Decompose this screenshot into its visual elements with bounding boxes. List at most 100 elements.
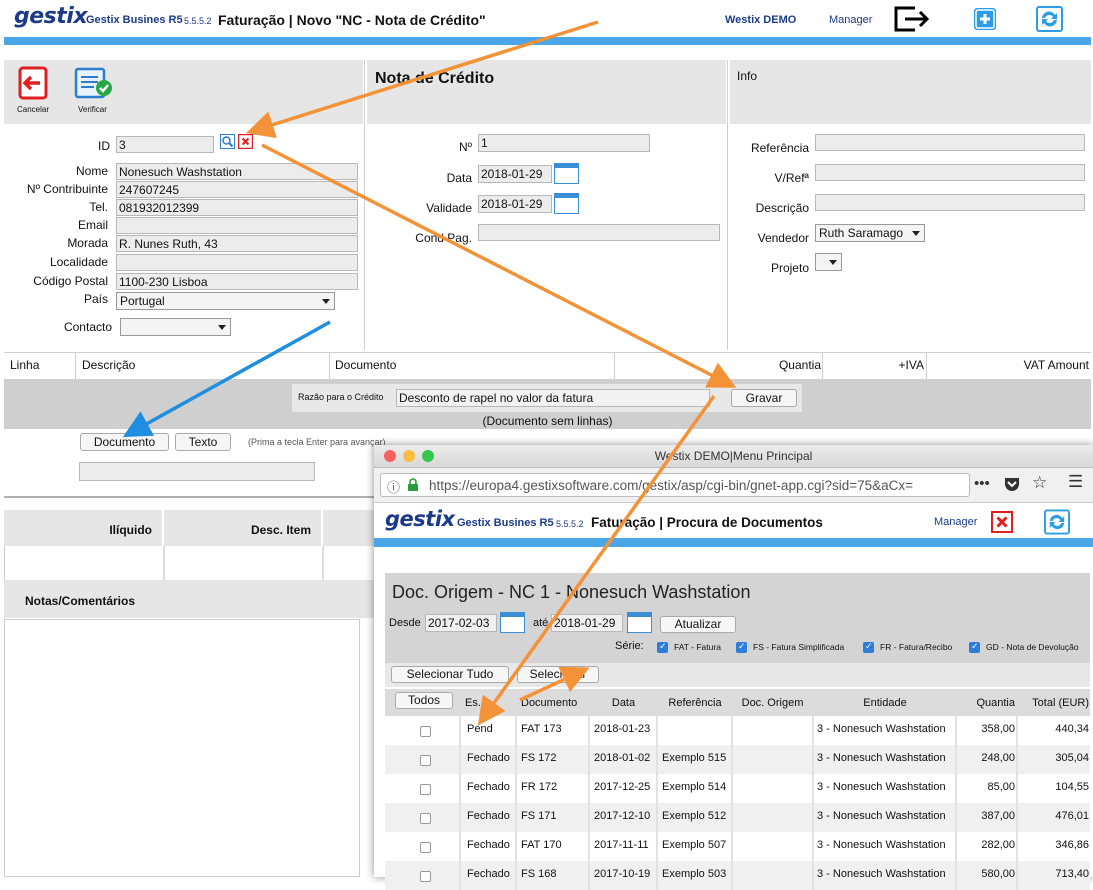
divider: [614, 353, 615, 379]
info-icon[interactable]: ⓘ: [387, 477, 400, 496]
name-field[interactable]: Nonesuch Washstation: [116, 163, 358, 180]
company-name[interactable]: Westix DEMO: [725, 14, 796, 26]
to-label: até: [533, 617, 549, 629]
url-bar[interactable]: ⓘ https://europa4.gestixsoftware.com/ges…: [380, 473, 970, 497]
pocket-icon[interactable]: [1003, 476, 1021, 493]
browser-toolbar: ⓘ https://europa4.gestixsoftware.com/ges…: [374, 468, 1093, 503]
tab-documento[interactable]: Documento: [80, 433, 169, 451]
table-row[interactable]: Fechado FS 168 2017-10-19 Exemplo 503 3 …: [385, 861, 1090, 890]
row-total: 440,34: [1055, 723, 1089, 735]
row-reference: Exemplo 515: [662, 752, 727, 764]
row-entity: 3 - Nonesuch Washstation: [817, 723, 946, 735]
row-quantity: 358,00: [981, 723, 1015, 735]
validity-field[interactable]: 2018-01-29: [478, 195, 552, 213]
address-field[interactable]: R. Nunes Ruth, 43: [116, 235, 358, 252]
series-checkbox[interactable]: [969, 641, 980, 653]
col-vat: +IVA: [898, 358, 924, 372]
popup-page-title: Faturação | Procura de Documentos: [591, 515, 823, 530]
calendar-icon[interactable]: [554, 163, 579, 184]
refresh-icon[interactable]: [1036, 6, 1063, 32]
seller-label: Vendedor: [757, 231, 809, 245]
from-date-field[interactable]: 2017-02-03: [425, 614, 497, 632]
date-field[interactable]: 2018-01-29: [478, 165, 552, 183]
menu-icon[interactable]: ☰: [1068, 472, 1083, 492]
row-entity: 3 - Nonesuch Washstation: [817, 810, 946, 822]
tab-texto[interactable]: Texto: [175, 433, 231, 451]
postal-code-field[interactable]: 1100-230 Lisboa: [116, 273, 358, 290]
select-all-button[interactable]: Selecionar Tudo: [391, 666, 509, 683]
your-ref-label: V/Refª: [774, 171, 809, 185]
row-reference: Exemplo 507: [662, 839, 727, 851]
row-checkbox[interactable]: [420, 842, 431, 853]
clear-icon[interactable]: [238, 134, 253, 149]
calendar-icon[interactable]: [554, 193, 579, 214]
calendar-icon[interactable]: [500, 612, 525, 633]
calendar-icon[interactable]: [627, 612, 652, 633]
table-row[interactable]: Fechado FR 172 2017-12-25 Exemplo 514 3 …: [385, 774, 1090, 803]
table-row[interactable]: Fechado FAT 170 2017-11-11 Exemplo 507 3…: [385, 832, 1090, 861]
contact-select[interactable]: [120, 318, 231, 336]
divider: [727, 60, 728, 350]
divider: [163, 546, 165, 580]
row-quantity: 248,00: [981, 752, 1015, 764]
row-total: 713,40: [1055, 868, 1089, 880]
save-button[interactable]: Gravar: [731, 389, 797, 407]
cancel-label: Cancelar: [17, 105, 50, 114]
cancel-button[interactable]: Cancelar: [14, 66, 54, 116]
user-name[interactable]: Manager: [829, 14, 872, 26]
to-date-field[interactable]: 2018-01-29: [551, 614, 623, 632]
results-body: Pend FAT 173 2018-01-23 3 - Nonesuch Was…: [385, 716, 1090, 890]
payment-terms-field[interactable]: [478, 224, 720, 241]
divider: [364, 60, 365, 350]
select-button[interactable]: Selecionar: [517, 666, 599, 683]
series-checkbox[interactable]: [863, 641, 874, 653]
table-row[interactable]: Fechado FS 171 2017-12-10 Exemplo 512 3 …: [385, 803, 1090, 832]
logout-icon[interactable]: [893, 5, 931, 33]
row-checkbox[interactable]: [420, 813, 431, 824]
new-document-icon[interactable]: [973, 7, 997, 31]
your-ref-field[interactable]: [815, 164, 1085, 181]
divider: [515, 716, 517, 890]
row-checkbox[interactable]: [420, 726, 431, 737]
close-icon[interactable]: [991, 511, 1013, 533]
description-field[interactable]: [815, 194, 1085, 211]
cancel-icon: [18, 66, 48, 100]
email-field[interactable]: [116, 217, 358, 234]
reference-field[interactable]: [815, 134, 1085, 151]
country-select[interactable]: Portugal: [116, 292, 335, 310]
row-entity: 3 - Nonesuch Washstation: [817, 781, 946, 793]
tax-number-field[interactable]: 247607245: [116, 181, 358, 198]
refresh-icon[interactable]: [1044, 509, 1070, 535]
notes-textarea[interactable]: [4, 619, 360, 877]
table-row[interactable]: Pend FAT 173 2018-01-23 3 - Nonesuch Was…: [385, 716, 1090, 745]
doc-number-field[interactable]: 1: [478, 134, 650, 152]
email-label: Email: [77, 218, 108, 232]
series-checkbox[interactable]: [736, 641, 747, 653]
seller-select[interactable]: Ruth Saramago: [815, 224, 925, 242]
verify-button[interactable]: Verificar: [72, 66, 116, 116]
table-row[interactable]: Fechado FS 172 2018-01-02 Exemplo 515 3 …: [385, 745, 1090, 774]
bookmark-star-icon[interactable]: ☆: [1032, 473, 1047, 493]
url-text: https://europa4.gestixsoftware.com/gesti…: [429, 478, 914, 493]
all-button[interactable]: Todos: [395, 692, 453, 709]
search-icon[interactable]: [220, 134, 235, 149]
row-status: Fechado: [467, 781, 510, 793]
phone-label: Tel.: [89, 200, 108, 214]
reason-field[interactable]: Desconto de rapel no valor da fatura: [396, 389, 710, 407]
row-date: 2017-12-10: [594, 810, 651, 822]
series-checkbox[interactable]: [657, 641, 668, 653]
line-input-field[interactable]: [79, 462, 315, 481]
user-name[interactable]: Manager: [934, 516, 977, 528]
credit-reason-panel: Razão para o Crédito Desconto de rapel n…: [4, 379, 1091, 429]
locality-field[interactable]: [116, 254, 358, 271]
window-titlebar: Westix DEMO|Menu Principal: [374, 445, 1093, 468]
verify-icon: [74, 67, 112, 99]
more-icon[interactable]: •••: [974, 475, 990, 492]
col-vat-amount: VAT Amount: [1023, 358, 1089, 372]
row-checkbox[interactable]: [420, 784, 431, 795]
phone-field[interactable]: 081932012399: [116, 199, 358, 216]
id-field[interactable]: 3: [116, 136, 214, 153]
project-select[interactable]: [815, 253, 842, 271]
refresh-button[interactable]: Atualizar: [660, 616, 736, 633]
row-checkbox[interactable]: [420, 755, 431, 766]
